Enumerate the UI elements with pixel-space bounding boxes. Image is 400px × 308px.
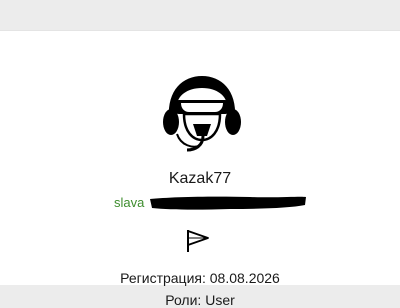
profile-username: Kazak77 [168, 170, 232, 187]
roles-value: User [205, 292, 235, 308]
pilot-helmet-icon [163, 76, 241, 152]
email-redaction-mark [150, 196, 306, 210]
roles-info: Роли: User [0, 292, 400, 308]
roles-label: Роли: [165, 292, 202, 308]
profile-card: Kazak77 slava Регистрация: 08.08.2026 Ро… [0, 30, 400, 308]
flag-icon[interactable] [184, 227, 212, 253]
profile-email: slava [114, 195, 145, 210]
